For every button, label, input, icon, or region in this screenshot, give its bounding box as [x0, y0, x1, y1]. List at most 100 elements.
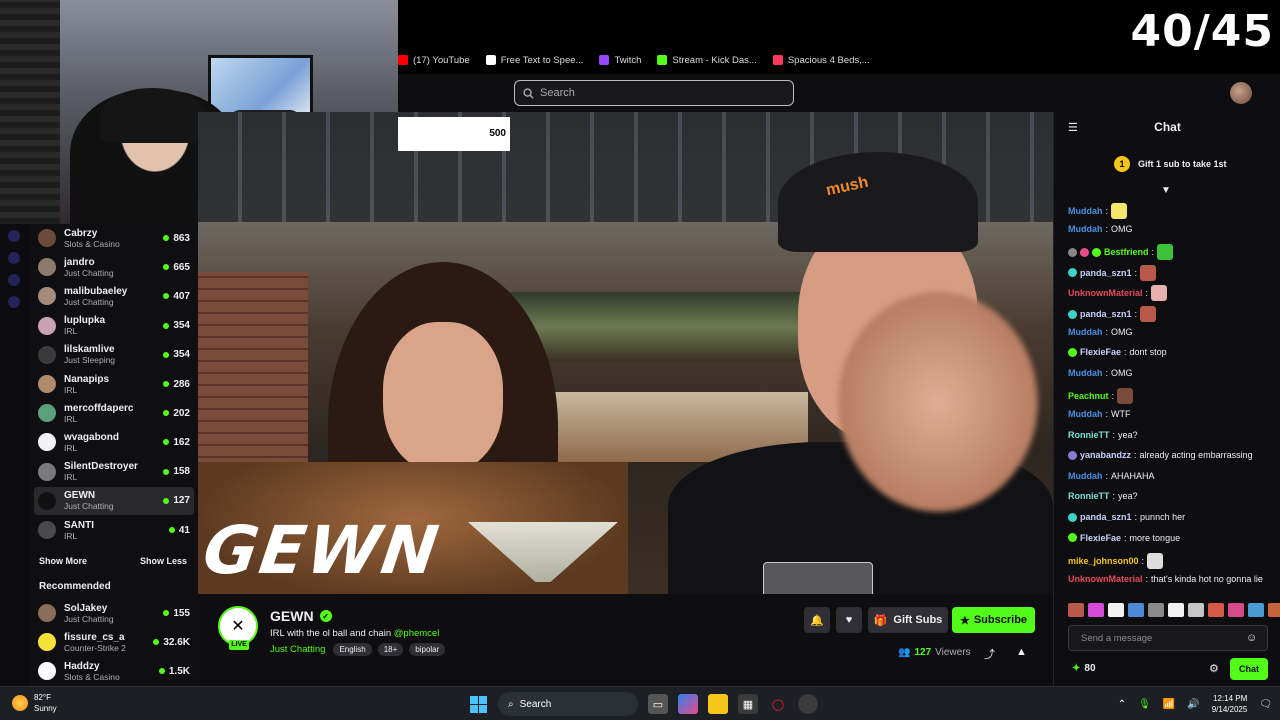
bookmark-item[interactable]: Spacious 4 Beds,... [772, 55, 870, 66]
chat-text: dont stop [1129, 347, 1167, 358]
category-link[interactable]: Just Chatting [270, 644, 325, 655]
mention-link[interactable]: @phemcel [394, 628, 440, 639]
chat-send-button[interactable]: Chat [1230, 658, 1268, 680]
sidebar-channel-cabrzy[interactable]: Cabrzy Slots & Casino 863 [34, 224, 194, 252]
weather-widget[interactable]: 82°F Sunny [12, 692, 57, 714]
opera-icon[interactable]: ◯ [768, 694, 788, 714]
emote-icon[interactable] [1248, 603, 1264, 617]
emote-icon[interactable] [1268, 603, 1280, 617]
chevron-down-icon[interactable]: ▼ [1161, 185, 1171, 196]
chat-username[interactable]: RonnieTT [1068, 491, 1110, 501]
weather-text: Sunny [34, 704, 57, 713]
sidebar-channel-mercoffdaperc[interactable]: mercoffdaperc IRL 202 [34, 399, 194, 427]
emote-icon[interactable] [1068, 603, 1084, 617]
bookmark-item[interactable]: Free Text to Spee... [485, 55, 583, 66]
task-view-icon[interactable]: ▭ [648, 694, 668, 714]
sidebar: Cabrzy Slots & Casino 863 jandro Just Chatti… [30, 224, 198, 686]
sidebar-channel-silentdestroyer[interactable]: SilentDestroyer IRL 158 [34, 458, 194, 486]
tag[interactable]: 18+ [377, 643, 404, 656]
report-icon[interactable]: ▲ [1016, 646, 1027, 658]
subscribe-button[interactable]: ★ Subscribe [952, 607, 1035, 633]
chat-username[interactable]: Peachnut [1068, 391, 1109, 401]
start-button[interactable] [468, 694, 488, 714]
gift-subs-button[interactable]: 🎁 Gift Subs [868, 607, 948, 633]
sidebar-channel-santi[interactable]: SANTI IRL 41 [34, 516, 194, 544]
emoji-icon[interactable]: ☺ [1246, 632, 1257, 644]
chat-username[interactable]: panda_szn1 [1080, 512, 1132, 522]
chat-username[interactable]: Muddah [1068, 471, 1103, 481]
sidebar-channel-fissure_cs_a[interactable]: fissure_cs_a Counter-Strike 2 32.6K [34, 628, 194, 656]
copilot-icon[interactable] [678, 694, 698, 714]
microphone-icon[interactable]: 🎙 [1138, 699, 1151, 710]
chat-username[interactable]: RonnieTT [1068, 430, 1110, 440]
show-less-button[interactable]: Show Less [140, 556, 187, 566]
store-icon[interactable]: ▦ [738, 694, 758, 714]
rail-icon[interactable] [8, 230, 20, 242]
chat-username[interactable]: Muddah [1068, 327, 1103, 337]
emote-icon[interactable] [1228, 603, 1244, 617]
volume-icon[interactable]: 🔊 [1187, 699, 1199, 710]
clock[interactable]: 12:14 PM 9/14/2025 [1212, 693, 1248, 715]
notification-bell-button[interactable]: 🔔 [804, 607, 830, 633]
rail-icon[interactable] [8, 296, 20, 308]
show-more-button[interactable]: Show More [39, 556, 87, 566]
chat-username[interactable]: Muddah [1068, 368, 1103, 378]
channel-name[interactable]: GEWN ✓ [270, 608, 332, 624]
sidebar-channel-lilskamlive[interactable]: lilskamlive Just Sleeping 354 [34, 341, 194, 369]
taskbar-search[interactable]: ⌕ Search [498, 692, 638, 716]
chat-username[interactable]: UnknownMaterial [1068, 288, 1143, 298]
sidebar-channel-malibubaeley[interactable]: malibubaeley Just Chatting 407 [34, 282, 194, 310]
rail-icon[interactable] [8, 252, 20, 264]
emote-icon[interactable] [1168, 603, 1184, 617]
chat-username[interactable]: yanabandzz [1080, 450, 1131, 460]
chat-username[interactable]: FlexieFae [1080, 533, 1121, 543]
goal-widget: 500 [398, 117, 510, 151]
emote-icon[interactable] [1128, 603, 1144, 617]
chat-message: panda_szn1: [1068, 306, 1157, 322]
pinned-gift-banner[interactable]: 1 Gift 1 sub to take 1st [1114, 156, 1227, 172]
sidebar-channel-jandro[interactable]: jandro Just Chatting 665 [34, 253, 194, 281]
search-input[interactable]: Search [514, 80, 794, 106]
emote-icon[interactable] [1108, 603, 1124, 617]
rail-icon[interactable] [8, 274, 20, 286]
tag[interactable]: bipolar [409, 643, 446, 656]
tag[interactable]: English [333, 643, 372, 656]
emote-icon[interactable] [1208, 603, 1224, 617]
share-icon[interactable]: ⤴ [984, 646, 995, 662]
chat-input[interactable]: Send a message [1068, 625, 1268, 651]
chat-username[interactable]: UnknownMaterial [1068, 574, 1143, 584]
sidebar-channel-wvagabond[interactable]: wvagabond IRL 162 [34, 428, 194, 456]
emote-icon[interactable] [1188, 603, 1204, 617]
sidebar-channel-haddzy[interactable]: Haddzy Slots & Casino 1.5K [34, 657, 194, 685]
chat-username[interactable]: Bestfriend [1104, 247, 1149, 257]
chat-username[interactable]: panda_szn1 [1080, 268, 1132, 278]
chat-username[interactable]: mike_johnson00 [1068, 556, 1139, 566]
bookmark-item[interactable]: Twitch [599, 55, 641, 66]
wifi-icon[interactable]: 📶 [1163, 699, 1175, 710]
chat-username[interactable]: Muddah [1068, 409, 1103, 419]
chat-username[interactable]: Muddah [1068, 224, 1103, 234]
bookmark-item[interactable]: Stream - Kick Das... [657, 55, 757, 66]
sidebar-channel-nanapips[interactable]: Nanapips IRL 286 [34, 370, 194, 398]
follow-button[interactable]: ♥ [836, 607, 862, 633]
chevron-up-icon[interactable]: ⌃ [1118, 699, 1126, 710]
sidebar-channel-luplupka[interactable]: luplupka IRL 354 [34, 312, 194, 340]
channel-points[interactable]: ✦ 80 [1072, 663, 1096, 674]
browser-app-icon[interactable] [798, 694, 818, 714]
chat-username[interactable]: Muddah [1068, 206, 1103, 216]
avatar [38, 662, 56, 681]
gear-icon[interactable]: ⚙ [1209, 662, 1219, 675]
file-explorer-icon[interactable] [708, 694, 728, 714]
user-avatar[interactable] [1230, 82, 1252, 104]
chat-username[interactable]: FlexieFae [1080, 347, 1121, 357]
notification-icon[interactable]: 🗨 [1259, 699, 1272, 710]
channel-name: GEWN [64, 490, 96, 502]
video-player[interactable]: mush GEWN [198, 112, 1053, 594]
bookmark-item[interactable]: (17) YouTube [398, 55, 470, 66]
emote-icon[interactable] [1088, 603, 1104, 617]
sidebar-channel-gewn[interactable]: GEWN Just Chatting 127 [34, 486, 194, 515]
emote-icon[interactable] [1148, 603, 1164, 617]
chat-username[interactable]: panda_szn1 [1080, 309, 1132, 319]
channel-name: Cabrzy [64, 227, 98, 239]
sidebar-channel-soljakey[interactable]: SolJakey Just Chatting 155 [34, 599, 194, 627]
